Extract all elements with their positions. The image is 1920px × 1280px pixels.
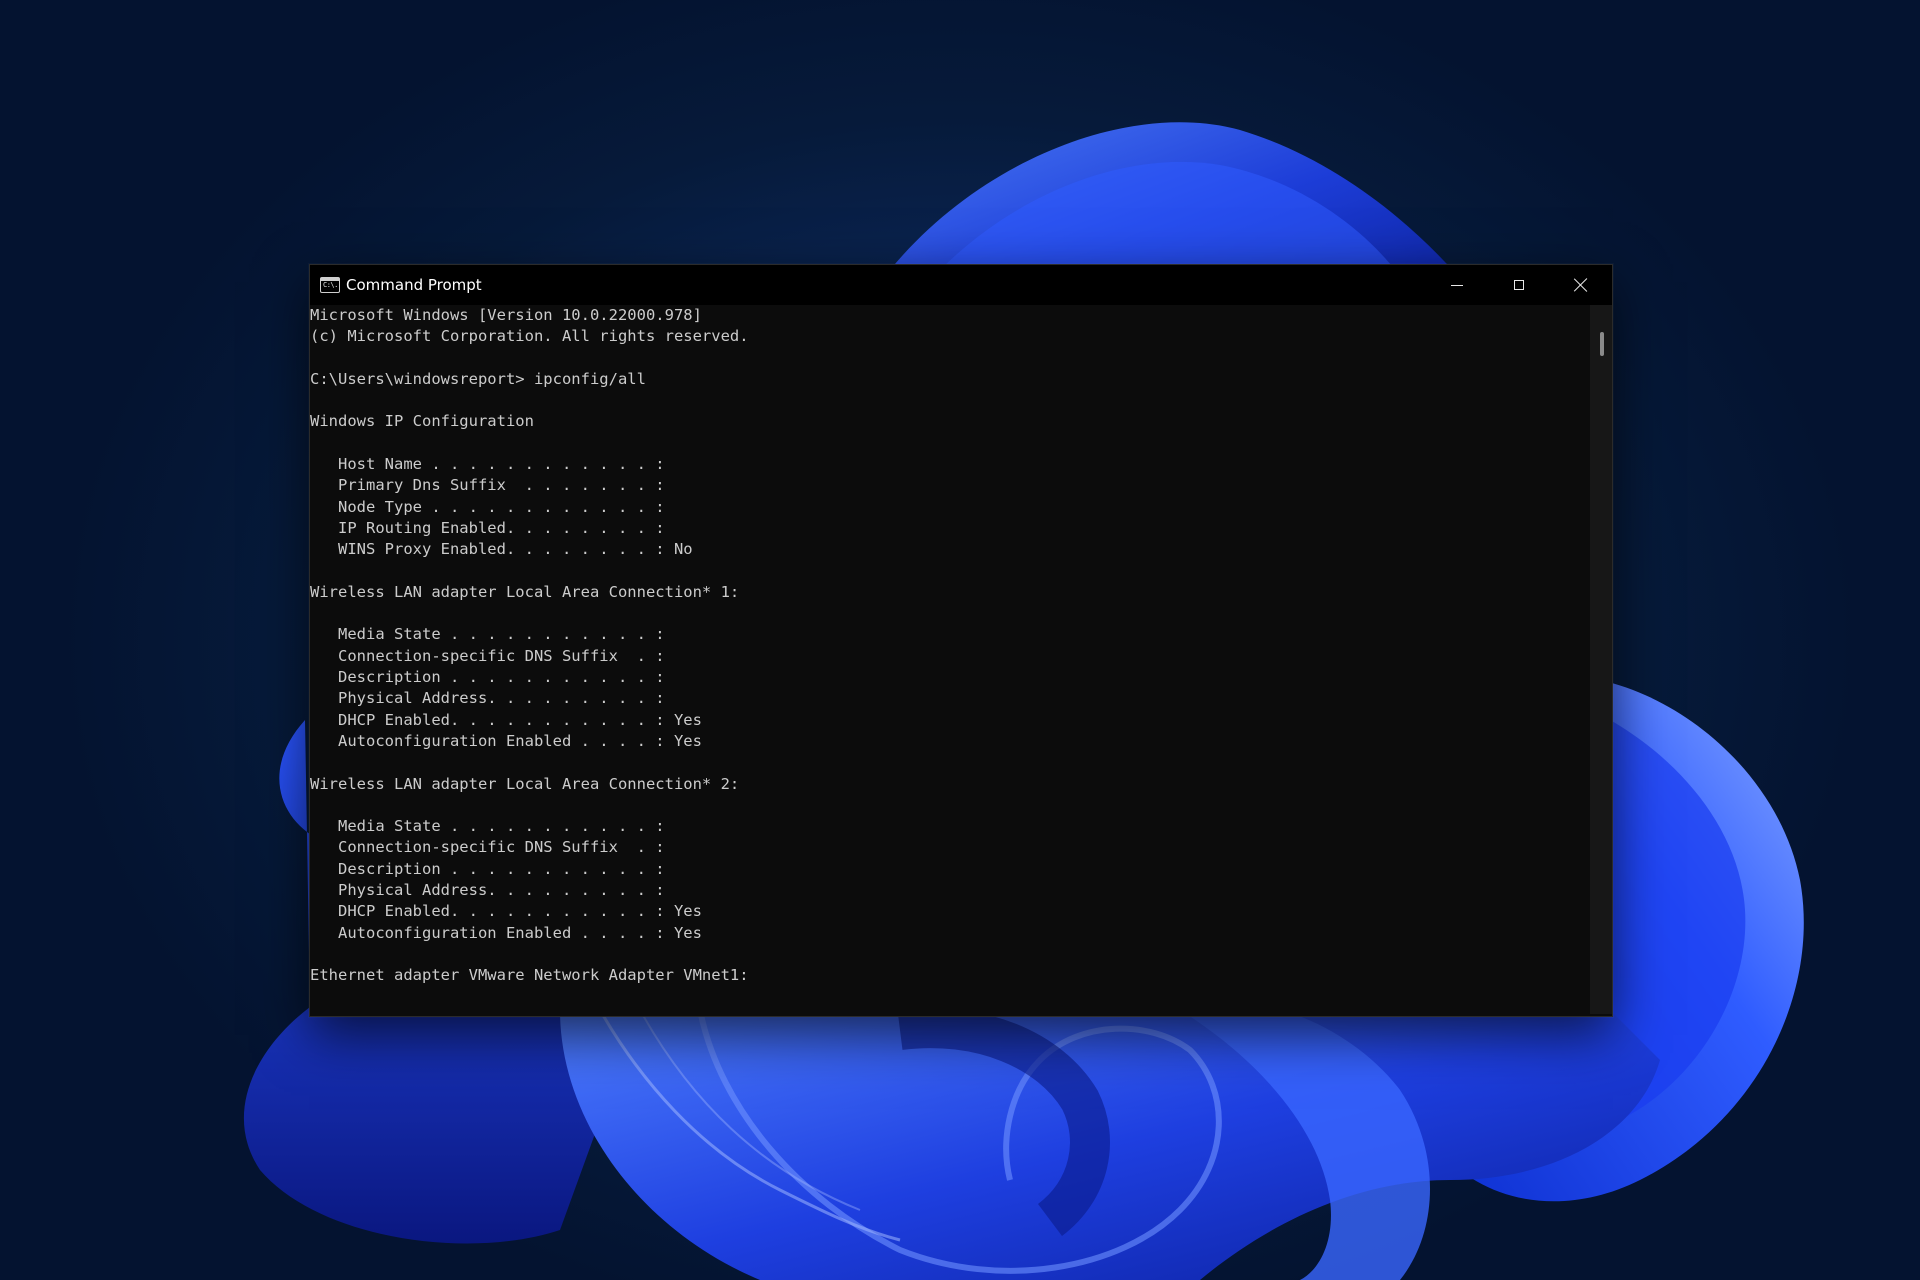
terminal-line: Autoconfiguration Enabled . . . . : Yes bbox=[310, 923, 702, 942]
terminal-line: DHCP Enabled. . . . . . . . . . . : Yes bbox=[310, 710, 702, 729]
terminal-line: Ethernet adapter VMware Network Adapter … bbox=[310, 966, 749, 985]
terminal-line: Physical Address. . . . . . . . . : bbox=[310, 881, 665, 900]
cmd-icon-text: C:\. bbox=[323, 281, 338, 289]
close-button[interactable] bbox=[1550, 265, 1612, 305]
terminal-line: Autoconfiguration Enabled . . . . : Yes bbox=[310, 731, 702, 750]
terminal-line: IP Routing Enabled. . . . . . . . : bbox=[310, 518, 665, 537]
cmd-icon: C:\. bbox=[320, 277, 340, 293]
minimize-icon bbox=[1451, 284, 1463, 286]
terminal-line: (c) Microsoft Corporation. All rights re… bbox=[310, 327, 749, 346]
terminal-line: Connection-specific DNS Suffix . : bbox=[310, 646, 665, 665]
terminal-line: Host Name . . . . . . . . . . . . : bbox=[310, 455, 665, 474]
maximize-icon bbox=[1514, 280, 1524, 290]
terminal-output[interactable]: Microsoft Windows [Version 10.0.22000.97… bbox=[310, 305, 1590, 1014]
terminal-line: Wireless LAN adapter Local Area Connecti… bbox=[310, 774, 740, 793]
window-title: Command Prompt bbox=[346, 276, 482, 294]
terminal-line: WINS Proxy Enabled. . . . . . . . : No bbox=[310, 540, 693, 559]
vertical-scrollbar[interactable] bbox=[1590, 305, 1612, 1014]
minimize-button[interactable] bbox=[1426, 265, 1488, 305]
close-icon bbox=[1574, 278, 1588, 292]
terminal-line: Media State . . . . . . . . . . . : bbox=[310, 625, 665, 644]
terminal-line: Media State . . . . . . . . . . . : bbox=[310, 817, 665, 836]
terminal-line: C:\Users\windowsreport> ipconfig/all bbox=[310, 369, 646, 388]
command-prompt-window[interactable]: C:\. Command Prompt Microsoft Windows [V… bbox=[309, 264, 1613, 1017]
terminal-line: Node Type . . . . . . . . . . . . : bbox=[310, 497, 665, 516]
terminal-line: Description . . . . . . . . . . . : bbox=[310, 668, 665, 687]
terminal-line: Microsoft Windows [Version 10.0.22000.97… bbox=[310, 306, 702, 324]
terminal-line: Description . . . . . . . . . . . : bbox=[310, 859, 665, 878]
terminal-line: Connection-specific DNS Suffix . : bbox=[310, 838, 665, 857]
terminal-line: Wireless LAN adapter Local Area Connecti… bbox=[310, 582, 740, 601]
title-bar[interactable]: C:\. Command Prompt bbox=[310, 265, 1612, 305]
terminal-line: Windows IP Configuration bbox=[310, 412, 534, 431]
maximize-button[interactable] bbox=[1488, 265, 1550, 305]
terminal-line: Physical Address. . . . . . . . . : bbox=[310, 689, 665, 708]
terminal-line: Primary Dns Suffix . . . . . . . : bbox=[310, 476, 665, 495]
terminal-line: DHCP Enabled. . . . . . . . . . . : Yes bbox=[310, 902, 702, 921]
scrollbar-thumb[interactable] bbox=[1600, 332, 1604, 356]
